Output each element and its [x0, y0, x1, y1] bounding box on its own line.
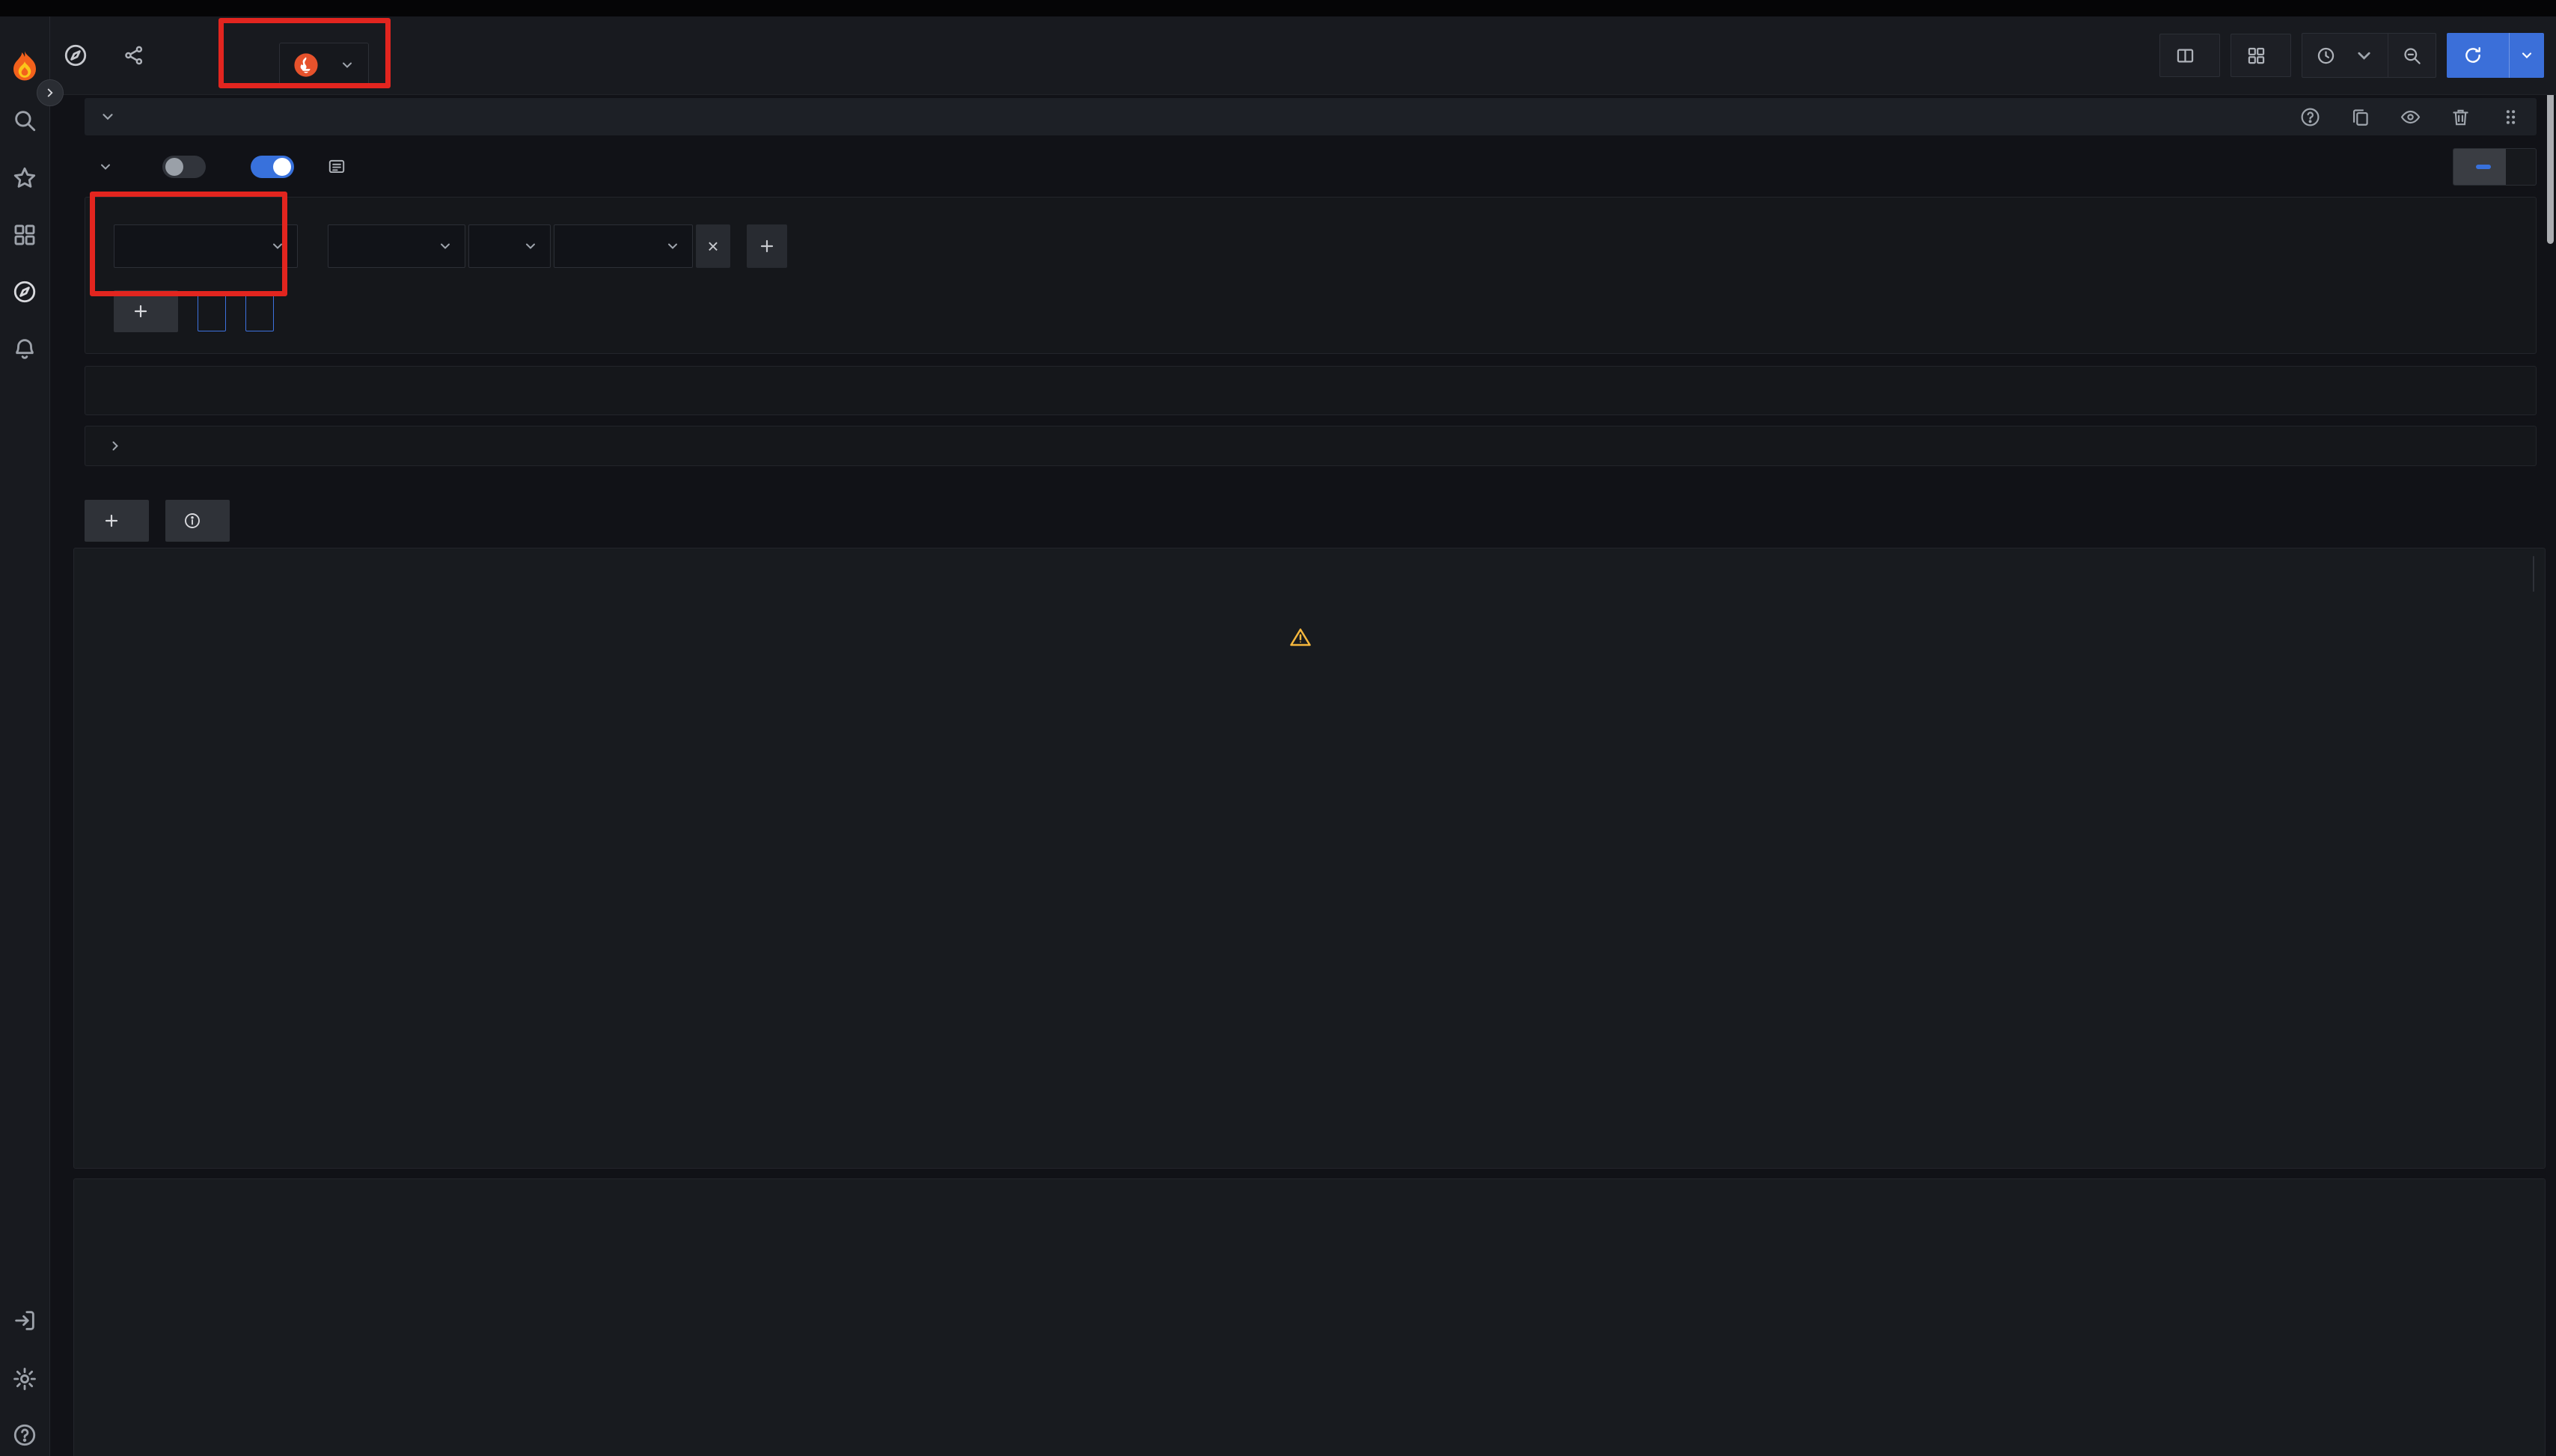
remove-label-filter-button[interactable]: × [696, 224, 730, 268]
collapse-chevron-icon[interactable] [100, 108, 116, 125]
apps-icon [2246, 46, 2266, 66]
datasource-picker[interactable] [279, 43, 369, 88]
chevron-down-icon [270, 239, 285, 254]
query-help-icon[interactable] [2299, 106, 2321, 128]
inspector-button[interactable] [165, 500, 230, 542]
help-icon[interactable] [12, 1422, 37, 1448]
toggle-visibility-eye-icon[interactable] [2400, 106, 2421, 128]
comment-icon [327, 157, 346, 177]
sidebar-expand-button[interactable] [37, 79, 64, 106]
builder-code-switch [2453, 148, 2537, 186]
chevron-down-icon [665, 239, 680, 254]
chevron-down-icon [2519, 48, 2534, 63]
query-patterns-dropdown[interactable] [85, 159, 117, 175]
dashboards-icon[interactable] [12, 222, 37, 248]
label-key-select[interactable] [328, 224, 465, 268]
run-query-split-button [2447, 33, 2544, 78]
time-series-chart[interactable] [74, 676, 2545, 990]
explore-compass-icon [63, 43, 88, 68]
chart-svg[interactable] [74, 676, 2545, 990]
duplicate-query-icon[interactable] [2349, 106, 2371, 128]
browser-chrome-strip [0, 0, 2556, 16]
zoom-out-icon [2402, 46, 2422, 66]
plus-icon [132, 302, 150, 320]
delete-query-trash-icon[interactable] [2450, 106, 2471, 128]
graph-mode-switcher [2533, 556, 2534, 592]
chevron-down-icon [340, 58, 355, 73]
grafana-explore-screen: × [0, 0, 2556, 1456]
alerting-bell-icon[interactable] [12, 336, 37, 361]
chevron-down-icon [438, 239, 453, 254]
top-nav [49, 16, 2556, 95]
chevron-down-icon [98, 159, 113, 174]
sync-icon [2463, 46, 2483, 65]
grafana-logo[interactable] [7, 48, 43, 84]
run-query-button[interactable] [2447, 33, 2509, 78]
split-icon [2175, 46, 2195, 66]
chevron-down-icon [2354, 46, 2374, 66]
explain-toggle[interactable] [162, 156, 206, 178]
search-icon[interactable] [12, 108, 37, 133]
angle-right-icon [108, 438, 123, 453]
prometheus-icon [293, 52, 319, 78]
chevron-down-icon [523, 239, 538, 254]
settings-gear-icon[interactable] [12, 1366, 37, 1392]
zoom-out-button[interactable] [2388, 34, 2436, 77]
query-editor: × [85, 98, 2537, 466]
query-actions [85, 500, 230, 542]
explore-compass-icon[interactable] [12, 279, 37, 305]
sidebar [0, 16, 50, 1456]
add-query-button[interactable] [85, 500, 149, 542]
raw-query-panel [85, 366, 2537, 415]
label-value-select[interactable] [554, 224, 693, 268]
operations-button[interactable] [114, 290, 178, 332]
label-operator-select[interactable] [468, 224, 551, 268]
metric-field [114, 215, 298, 268]
builder-tab[interactable] [2453, 149, 2506, 185]
query-toolbar [85, 147, 2537, 186]
table-panel [73, 1178, 2546, 1456]
query-row-header[interactable] [85, 98, 2537, 135]
add-to-dashboard-button[interactable] [2231, 34, 2291, 77]
info-circle-icon [183, 512, 201, 530]
run-query-options-button[interactable] [2510, 33, 2544, 78]
hint-add-sum-button[interactable] [245, 291, 274, 331]
raw-query-toggle[interactable] [251, 156, 294, 178]
query-builder: × [85, 197, 2537, 354]
split-button[interactable] [2159, 34, 2220, 77]
time-range-button[interactable] [2302, 34, 2388, 77]
hint-add-rate-button[interactable] [198, 291, 226, 331]
series-limit-warning [74, 626, 2545, 649]
share-icon[interactable] [123, 44, 145, 67]
beta-badge [2476, 165, 2491, 169]
code-tab[interactable] [2506, 149, 2536, 185]
labels-field: × [328, 215, 787, 268]
metric-select[interactable] [114, 224, 298, 268]
starred-icon[interactable] [12, 165, 37, 191]
time-picker-group [2302, 33, 2436, 78]
graph-panel [73, 548, 2546, 1169]
sign-in-icon[interactable] [12, 1308, 37, 1333]
clock-icon [2316, 46, 2336, 66]
query-options-row[interactable] [85, 426, 2537, 466]
give-feedback-button[interactable] [327, 157, 355, 177]
drag-handle-icon[interactable] [2500, 106, 2522, 128]
plus-icon [103, 512, 120, 530]
plus-icon [758, 237, 776, 255]
warning-triangle-icon [1289, 626, 1312, 649]
add-label-filter-button[interactable] [747, 224, 787, 268]
